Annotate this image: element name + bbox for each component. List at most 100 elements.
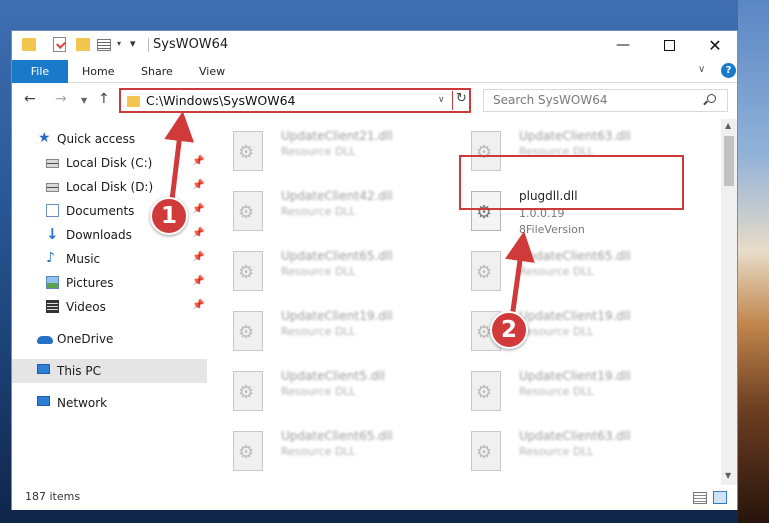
- dll-file-icon: [233, 191, 263, 231]
- customize-toolbar-icon[interactable]: ▾: [130, 37, 136, 53]
- status-bar: 187 items: [12, 486, 737, 510]
- dll-file-icon: [233, 431, 263, 471]
- highlight-box: [459, 155, 684, 210]
- up-button[interactable]: ↑: [98, 91, 110, 107]
- pin-icon[interactable]: 📌: [192, 156, 204, 167]
- file-description: 8FileVersion: [519, 223, 585, 236]
- navigation-bar: ← → ▼ ↑ C:\Windows\SysWOW64 ∨ ↻ Search S…: [12, 84, 737, 118]
- search-icon[interactable]: [707, 94, 716, 103]
- file-name: UpdateClient21.dll: [281, 129, 393, 143]
- refresh-icon[interactable]: ↻: [456, 91, 467, 106]
- dll-file-icon: [471, 371, 501, 411]
- title-separator: [148, 38, 149, 52]
- file-description: Resource DLL: [519, 325, 594, 338]
- file-description: Resource DLL: [281, 445, 356, 458]
- maximize-button[interactable]: [646, 31, 692, 60]
- file-item[interactable]: UpdateClient5.dll Resource DLL: [209, 363, 429, 419]
- sidebar-item-label: This PC: [57, 364, 101, 378]
- sidebar-item-quick-access[interactable]: ★ Quick access: [12, 127, 207, 151]
- sidebar-item-network[interactable]: Network: [12, 391, 207, 415]
- recent-locations-button[interactable]: ▼: [81, 96, 87, 105]
- file-description: Resource DLL: [281, 385, 356, 398]
- computer-icon: [37, 364, 50, 374]
- dll-file-icon: [471, 251, 501, 291]
- file-name: UpdateClient65.dll: [519, 249, 631, 263]
- sidebar-item-local-disk-d[interactable]: Local Disk (D:) 📌: [12, 175, 207, 199]
- file-name: UpdateClient65.dll: [281, 249, 393, 263]
- music-icon: ♪: [46, 250, 55, 266]
- quick-access-dropdown-icon[interactable]: ▾: [117, 39, 121, 55]
- scroll-up-icon[interactable]: ▲: [725, 121, 731, 130]
- scroll-down-icon[interactable]: ▼: [725, 471, 731, 480]
- pin-icon[interactable]: 📌: [192, 228, 204, 239]
- expand-ribbon-icon[interactable]: ∨: [698, 64, 705, 75]
- help-icon[interactable]: ?: [721, 63, 736, 78]
- disk-icon: [46, 159, 59, 168]
- new-folder-icon[interactable]: [76, 38, 90, 51]
- details-view-icon[interactable]: [693, 492, 707, 504]
- sidebar-item-onedrive[interactable]: OneDrive: [12, 327, 207, 351]
- network-icon: [37, 396, 50, 406]
- file-item[interactable]: UpdateClient65.dll Resource DLL: [209, 423, 429, 479]
- explorer-window: ▾ ▾ SysWOW64 — ✕ File Home Share View ∨ …: [11, 30, 738, 510]
- search-box[interactable]: Search SysWOW64: [483, 89, 728, 112]
- star-icon: ★: [38, 130, 51, 146]
- file-item[interactable]: UpdateClient65.dll Resource DLL: [447, 243, 667, 299]
- sidebar-item-local-disk-c[interactable]: Local Disk (C:) 📌: [12, 151, 207, 175]
- documents-icon: [46, 204, 59, 217]
- folder-icon: [127, 96, 140, 107]
- file-name: UpdateClient19.dll: [519, 369, 631, 383]
- downloads-icon: ↓: [46, 225, 59, 243]
- maximize-icon: [663, 39, 675, 51]
- pictures-icon: [46, 276, 59, 289]
- file-item[interactable]: UpdateClient21.dll Resource DLL: [209, 123, 429, 179]
- back-button[interactable]: ←: [24, 91, 36, 107]
- tab-file[interactable]: File: [12, 60, 68, 83]
- minimize-button[interactable]: —: [600, 31, 646, 60]
- sidebar-item-pictures[interactable]: Pictures 📌: [12, 271, 207, 295]
- tab-home[interactable]: Home: [82, 60, 114, 83]
- step-1-badge: 1: [150, 197, 188, 235]
- pin-icon[interactable]: 📌: [192, 252, 204, 263]
- large-icons-view-icon[interactable]: [713, 491, 727, 504]
- search-input[interactable]: Search SysWOW64: [493, 93, 607, 107]
- file-description: Resource DLL: [281, 265, 356, 278]
- tab-share[interactable]: Share: [141, 60, 173, 83]
- file-name: UpdateClient19.dll: [519, 309, 631, 323]
- folder-icon: [22, 38, 36, 51]
- file-name: UpdateClient63.dll: [519, 429, 631, 443]
- file-item[interactable]: UpdateClient19.dll Resource DLL: [447, 363, 667, 419]
- address-bar[interactable]: C:\Windows\SysWOW64 ∨ ↻: [119, 88, 471, 113]
- pin-icon[interactable]: 📌: [192, 276, 204, 287]
- sidebar-item-label: Documents: [66, 204, 135, 218]
- sidebar-item-music[interactable]: ♪ Music 📌: [12, 247, 207, 271]
- file-name: UpdateClient65.dll: [281, 429, 393, 443]
- dll-file-icon: [233, 311, 263, 351]
- file-item[interactable]: UpdateClient19.dll Resource DLL: [209, 303, 429, 359]
- forward-button[interactable]: →: [55, 91, 67, 107]
- file-item[interactable]: UpdateClient63.dll Resource DLL: [447, 423, 667, 479]
- properties-icon[interactable]: [97, 39, 111, 51]
- sidebar-item-label: Network: [57, 396, 108, 410]
- vertical-scrollbar[interactable]: ▲ ▼: [721, 119, 737, 485]
- file-item[interactable]: UpdateClient65.dll Resource DLL: [209, 243, 429, 299]
- file-description: Resource DLL: [281, 325, 356, 338]
- close-button[interactable]: ✕: [692, 31, 738, 60]
- sidebar-item-label: Local Disk (C:): [66, 156, 153, 170]
- tab-view[interactable]: View: [199, 60, 225, 83]
- scroll-thumb[interactable]: [724, 136, 734, 186]
- sidebar-item-label: OneDrive: [57, 332, 114, 346]
- address-dropdown-icon[interactable]: ∨: [438, 95, 445, 105]
- file-name: UpdateClient42.dll: [281, 189, 393, 203]
- file-item[interactable]: UpdateClient42.dll Resource DLL: [209, 183, 429, 239]
- address-path[interactable]: C:\Windows\SysWOW64: [146, 93, 295, 108]
- properties-check-icon[interactable]: [53, 37, 66, 52]
- pin-icon[interactable]: 📌: [192, 180, 204, 191]
- pin-icon[interactable]: 📌: [192, 204, 204, 215]
- pin-icon[interactable]: 📌: [192, 300, 204, 311]
- sidebar-item-label: Music: [66, 252, 101, 266]
- sidebar-item-videos[interactable]: Videos 📌: [12, 295, 207, 319]
- item-count: 187 items: [25, 490, 81, 503]
- sidebar-item-this-pc[interactable]: This PC: [12, 359, 207, 383]
- file-item[interactable]: UpdateClient19.dll Resource DLL: [447, 303, 667, 359]
